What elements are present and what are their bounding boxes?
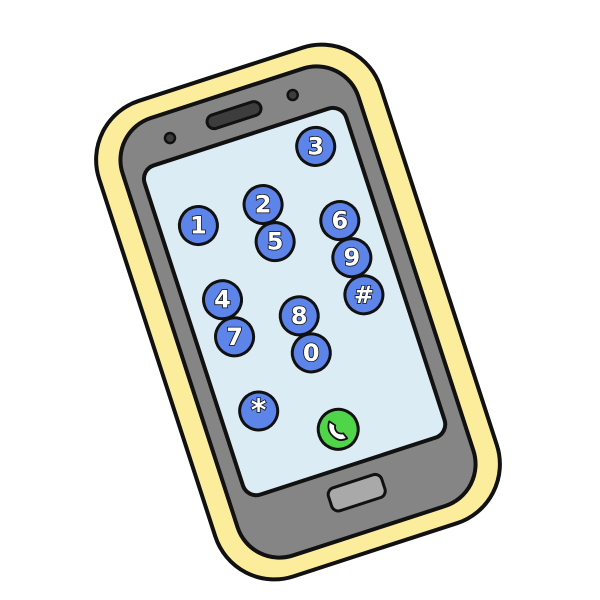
key-label: 5	[267, 228, 284, 256]
front-camera-dot	[163, 131, 177, 145]
sensor-dot	[286, 88, 299, 102]
key-label: 9	[344, 244, 361, 272]
key-label: 0	[303, 339, 320, 367]
key-label: 6	[331, 207, 348, 235]
key-label: 4	[214, 286, 231, 314]
key-label: 8	[291, 302, 308, 330]
key-label: 3	[307, 132, 324, 160]
key-label: 1	[190, 212, 207, 240]
key-label: 7	[226, 323, 243, 351]
phone-illustration: 3 1 2 5 6 4 9 7 8 #0 *	[94, 42, 502, 582]
key-label: #	[354, 281, 374, 309]
key-label: 2	[255, 191, 272, 219]
phone: 3 1 2 5 6 4 9 7 8 #0 *	[94, 42, 502, 582]
key-label: *	[251, 393, 267, 428]
